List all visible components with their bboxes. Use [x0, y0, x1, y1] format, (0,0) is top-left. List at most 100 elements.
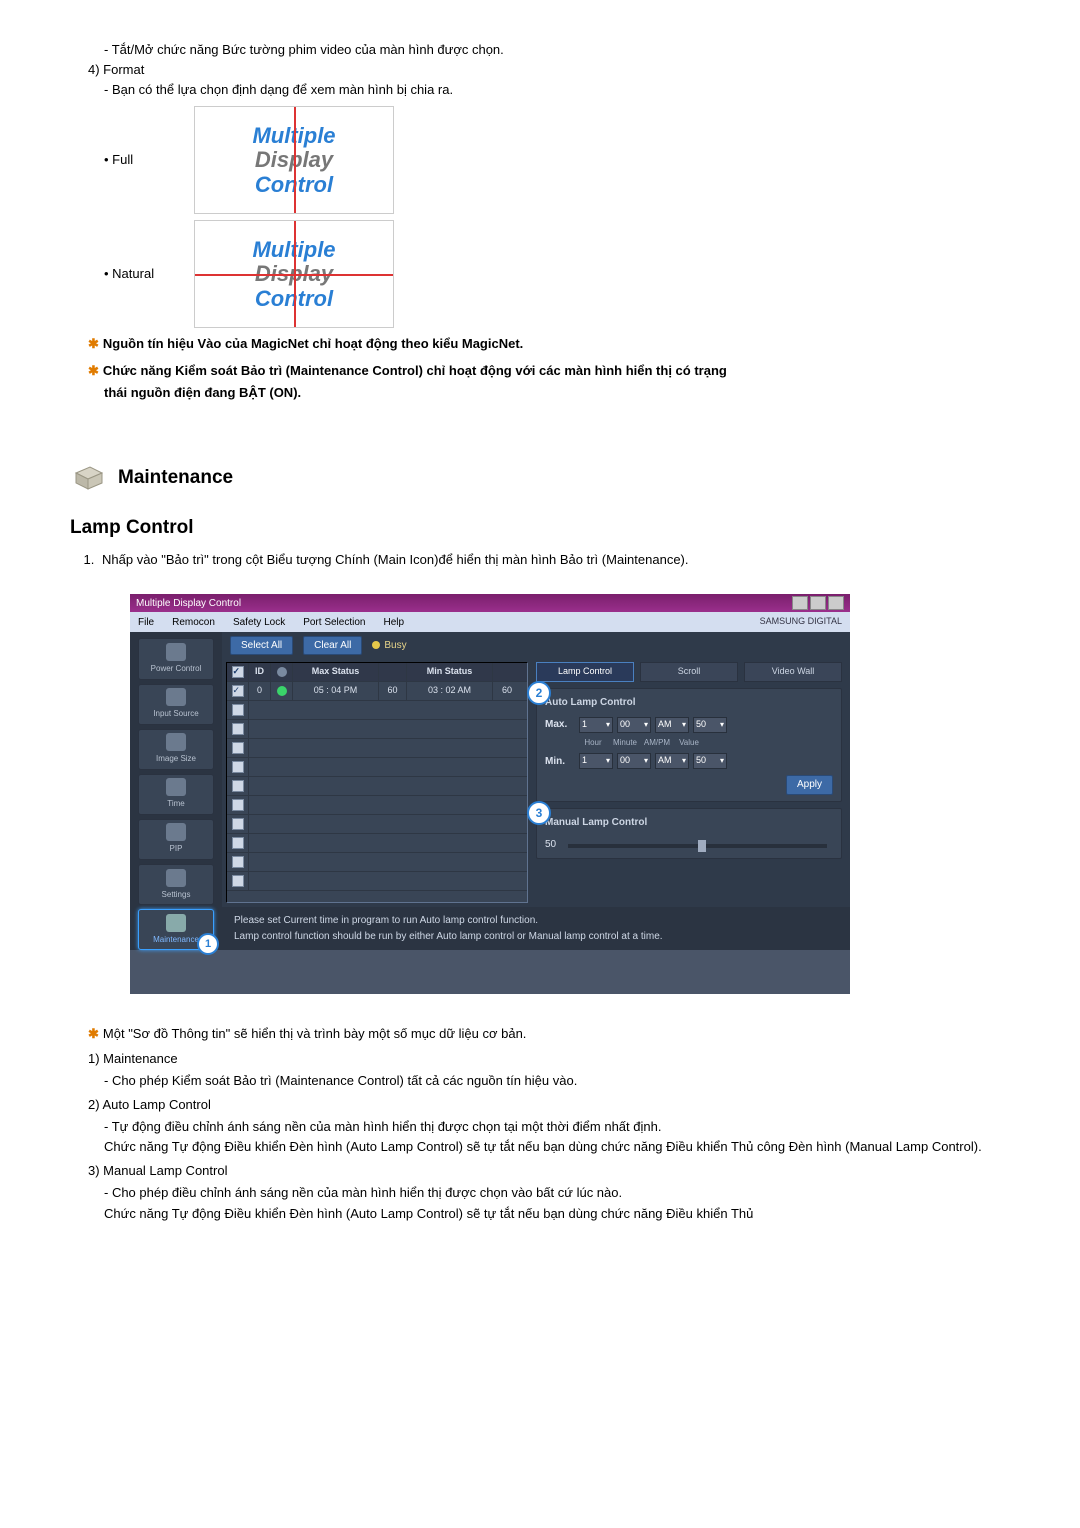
- manual-value: 50: [545, 837, 556, 853]
- row-checkbox[interactable]: [232, 704, 244, 716]
- sidebar-item-settings[interactable]: Settings: [138, 864, 214, 905]
- row-checkbox[interactable]: [232, 856, 244, 868]
- col-max-status: Max Status: [293, 663, 379, 681]
- star-icon: ✱: [88, 1026, 99, 1041]
- window-close-icon[interactable]: [828, 596, 844, 610]
- row-checkbox[interactable]: [232, 723, 244, 735]
- col-check: [227, 663, 249, 681]
- info-grid-note-text: Một "Sơ đồ Thông tin" sẽ hiển thị và trì…: [103, 1026, 527, 1041]
- menu-remocon[interactable]: Remocon: [172, 615, 215, 631]
- item-3-dash: - Cho phép điều chỉnh ánh sáng nền của m…: [104, 1183, 1010, 1203]
- tab-scroll[interactable]: Scroll: [640, 662, 738, 682]
- sidebar-item-power-control[interactable]: Power Control: [138, 638, 214, 679]
- window-titlebar: Multiple Display Control: [130, 594, 850, 612]
- thumb-full: Multiple Display Control: [194, 106, 394, 214]
- row-min: Min. 1 00 AM 50: [545, 753, 833, 769]
- manual-slider[interactable]: [568, 844, 827, 848]
- panel-title: Manual Lamp Control: [545, 815, 833, 831]
- row-checkbox[interactable]: [232, 837, 244, 849]
- grid-row-empty: [227, 796, 527, 815]
- menu-file[interactable]: File: [138, 615, 154, 631]
- row-checkbox[interactable]: [232, 780, 244, 792]
- row-checkbox[interactable]: [232, 742, 244, 754]
- sidebar-item-label: PIP: [170, 843, 183, 855]
- min-minute-select[interactable]: 00: [617, 753, 651, 769]
- col-id: ID: [249, 663, 271, 681]
- item-3-cont: Chức năng Tự động Điều khiển Đèn hình (A…: [104, 1204, 1010, 1224]
- tab-video-wall[interactable]: Video Wall: [744, 662, 842, 682]
- sidebar-item-label: Time: [167, 798, 184, 810]
- row-checkbox[interactable]: [232, 685, 244, 697]
- sidebar-item-label: Input Source: [153, 708, 198, 720]
- sidebar-item-image-size[interactable]: Image Size: [138, 729, 214, 770]
- busy-dot-icon: [372, 641, 380, 649]
- min-hour-select[interactable]: 1: [579, 753, 613, 769]
- box-icon: [70, 463, 108, 493]
- sidebar-item-input-source[interactable]: Input Source: [138, 684, 214, 725]
- window-min-icon[interactable]: [792, 596, 808, 610]
- menu-safety-lock[interactable]: Safety Lock: [233, 615, 285, 631]
- grid-row-empty: [227, 758, 527, 777]
- cell-min-status: 03 : 02 AM: [407, 682, 493, 700]
- tab-lamp-control[interactable]: Lamp Control: [536, 662, 634, 682]
- sidebar-item-maintenance[interactable]: Maintenance 1: [138, 909, 214, 950]
- thumb-natural: Multiple Display Control: [194, 220, 394, 328]
- row-checkbox[interactable]: [232, 799, 244, 811]
- footer-line2: Lamp control function should be run by e…: [234, 929, 838, 945]
- col-minv: [493, 663, 521, 681]
- right-panels: Lamp Control Scroll Video Wall 2 Auto La…: [536, 662, 842, 903]
- item-2-cont: Chức năng Tự động Điều khiển Đèn hình (A…: [104, 1137, 1010, 1157]
- star-icon: ✱: [88, 336, 99, 351]
- apply-button[interactable]: Apply: [786, 775, 833, 795]
- grid-row[interactable]: 0 05 : 04 PM 60 03 : 02 AM 60: [227, 682, 527, 701]
- sidebar: Power Control Input Source Image Size Ti…: [130, 632, 222, 950]
- display-grid: ID Max Status Min Status 0 05 : 04 PM 60: [226, 662, 528, 903]
- grid-row-empty: [227, 777, 527, 796]
- sublabel-value: Value: [675, 737, 703, 749]
- callout-3-badge: 3: [527, 801, 551, 825]
- row-checkbox[interactable]: [232, 875, 244, 887]
- status-dot-icon: [277, 667, 287, 677]
- window-max-icon[interactable]: [810, 596, 826, 610]
- sublabel-minute: Minute: [611, 737, 639, 749]
- cell-id: 0: [249, 682, 271, 700]
- app-screenshot: Multiple Display Control File Remocon Sa…: [130, 594, 850, 994]
- note-magicnet: ✱Nguồn tín hiệu Vào của MagicNet chỉ hoạ…: [88, 334, 1010, 354]
- cell-min-value: 60: [493, 682, 521, 700]
- option-natural-row: Natural Multiple Display Control: [70, 220, 1010, 328]
- grid-row-empty: [227, 701, 527, 720]
- slider-knob-icon[interactable]: [698, 840, 706, 852]
- item-1-dash: - Cho phép Kiểm soát Bảo trì (Maintenanc…: [104, 1071, 1010, 1091]
- sublabel-ampm: AM/PM: [643, 737, 671, 749]
- min-value-select[interactable]: 50: [693, 753, 727, 769]
- star-icon: ✱: [88, 363, 99, 378]
- footer-line1: Please set Current time in program to ru…: [234, 913, 838, 929]
- sidebar-item-pip[interactable]: PIP: [138, 819, 214, 860]
- grid-row-empty: [227, 834, 527, 853]
- busy-indicator: Busy: [372, 638, 406, 654]
- max-ampm-select[interactable]: AM: [655, 717, 689, 733]
- status-dot-icon: [277, 686, 287, 696]
- tabs: Lamp Control Scroll Video Wall: [536, 662, 842, 682]
- max-hour-select[interactable]: 1: [579, 717, 613, 733]
- min-ampm-select[interactable]: AM: [655, 753, 689, 769]
- info-grid-note: ✱ Một "Sơ đồ Thông tin" sẽ hiển thị và tr…: [88, 1024, 1010, 1044]
- menu-port-selection[interactable]: Port Selection: [303, 615, 365, 631]
- max-value-select[interactable]: 50: [693, 717, 727, 733]
- row-checkbox[interactable]: [232, 818, 244, 830]
- sidebar-item-time[interactable]: Time: [138, 774, 214, 815]
- max-minute-select[interactable]: 00: [617, 717, 651, 733]
- row-checkbox[interactable]: [232, 761, 244, 773]
- col-status: [271, 663, 293, 681]
- panel-title: Auto Lamp Control: [545, 695, 833, 711]
- checkbox-icon[interactable]: [232, 666, 244, 678]
- grid-header: ID Max Status Min Status: [227, 663, 527, 682]
- menu-help[interactable]: Help: [383, 615, 404, 631]
- text-videowall-dash: - Tắt/Mở chức năng Bức tường phim video …: [104, 40, 1010, 60]
- option-full-label: Full: [104, 150, 194, 170]
- clear-all-button[interactable]: Clear All: [303, 636, 362, 656]
- select-all-button[interactable]: Select All: [230, 636, 293, 656]
- sidebar-item-label: Image Size: [156, 753, 196, 765]
- item-2-dash: - Tự động điều chỉnh ánh sáng nền của mà…: [104, 1117, 1010, 1137]
- grid-row-empty: [227, 739, 527, 758]
